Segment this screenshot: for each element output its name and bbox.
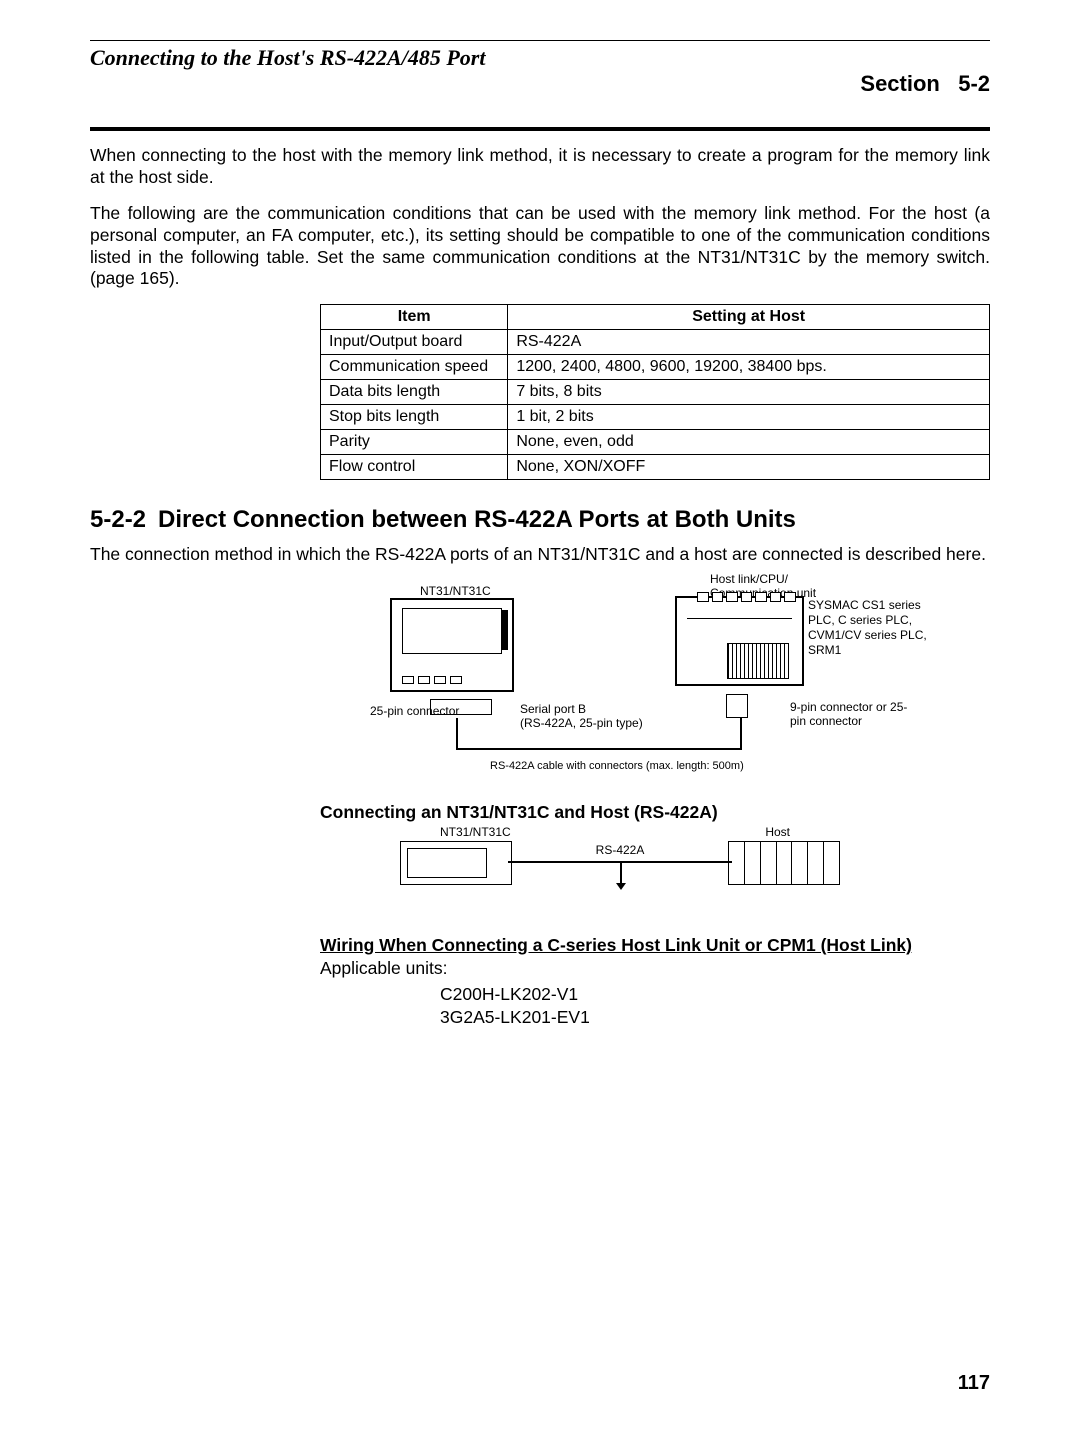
unit-model: 3G2A5-LK201-EV1 bbox=[440, 1006, 990, 1029]
applicable-units-list: C200H-LK202-V1 3G2A5-LK201-EV1 bbox=[440, 983, 990, 1029]
table-row: Stop bits length 1 bit, 2 bits bbox=[321, 405, 990, 430]
td-value: None, XON/XOFF bbox=[508, 455, 990, 480]
diagram-direct-connection: NT31/NT31C 25-pin connector Serial port … bbox=[370, 584, 930, 784]
label-host-connector: 9-pin connector or 25-pin connector bbox=[790, 700, 920, 728]
table-row: Communication speed 1200, 2400, 4800, 96… bbox=[321, 355, 990, 380]
td-item: Input/Output board bbox=[321, 330, 508, 355]
host-plc-icon bbox=[675, 596, 804, 686]
td-item: Communication speed bbox=[321, 355, 508, 380]
unit-model: C200H-LK202-V1 bbox=[440, 983, 990, 1006]
subheading-wiring: Wiring When Connecting a C-series Host L… bbox=[320, 935, 990, 956]
td-item: Stop bits length bbox=[321, 405, 508, 430]
page-header: Connecting to the Host's RS-422A/485 Por… bbox=[90, 43, 990, 125]
label-rs422a: RS-422A bbox=[596, 843, 645, 857]
td-value: 1200, 2400, 4800, 9600, 19200, 38400 bps… bbox=[508, 355, 990, 380]
label-25pin-connector: 25-pin connector bbox=[370, 704, 459, 718]
label-plc-series: SYSMAC CS1 series PLC, C series PLC, CVM… bbox=[808, 598, 928, 658]
table-row: Flow control None, XON/XOFF bbox=[321, 455, 990, 480]
cable-drop-icon bbox=[620, 863, 622, 885]
td-item: Data bits length bbox=[321, 380, 508, 405]
label-host: Host bbox=[765, 825, 790, 839]
header-chapter-title: Connecting to the Host's RS-422A/485 Por… bbox=[90, 45, 485, 71]
rs422a-cable-icon bbox=[456, 718, 742, 750]
settings-table: Item Setting at Host Input/Output board … bbox=[320, 304, 990, 480]
nt31-device-icon bbox=[390, 598, 514, 692]
host-connector-icon bbox=[726, 694, 748, 718]
table-header-row: Item Setting at Host bbox=[321, 305, 990, 330]
subheading-connecting: Connecting an NT31/NT31C and Host (RS-42… bbox=[320, 802, 990, 823]
diagram-nt-label: NT31/NT31C bbox=[420, 584, 491, 598]
host-box-icon bbox=[728, 841, 840, 885]
section-number: 5-2 bbox=[958, 71, 990, 96]
paragraph-comm-conditions: The following are the communication cond… bbox=[90, 203, 990, 291]
td-item: Flow control bbox=[321, 455, 508, 480]
td-value: 1 bit, 2 bits bbox=[508, 405, 990, 430]
applicable-units-label: Applicable units: bbox=[320, 958, 990, 979]
label-cable-caption: RS-422A cable with connectors (max. leng… bbox=[490, 760, 744, 772]
label-nt31: NT31/NT31C bbox=[440, 825, 511, 839]
table-row: Parity None, even, odd bbox=[321, 430, 990, 455]
section-heading-number: 5-2-2 bbox=[90, 506, 146, 534]
header-section: Section 5-2 bbox=[836, 45, 990, 123]
page-number: 117 bbox=[958, 1372, 990, 1395]
th-setting: Setting at Host bbox=[508, 305, 990, 330]
td-item: Parity bbox=[321, 430, 508, 455]
th-item: Item bbox=[321, 305, 508, 330]
header-rule-bottom bbox=[90, 127, 990, 131]
subheading-wiring-text: Wiring When Connecting a C-series Host L… bbox=[320, 935, 912, 955]
table-row: Data bits length 7 bits, 8 bits bbox=[321, 380, 990, 405]
section-word: Section bbox=[860, 71, 939, 96]
arrow-down-icon bbox=[616, 883, 626, 890]
paragraph-connection-method: The connection method in which the RS-42… bbox=[90, 544, 990, 566]
header-rule-top bbox=[90, 40, 990, 41]
paragraph-memory-link: When connecting to the host with the mem… bbox=[90, 145, 990, 189]
td-value: 7 bits, 8 bits bbox=[508, 380, 990, 405]
section-heading-title: Direct Connection between RS-422A Ports … bbox=[158, 506, 796, 533]
td-value: None, even, odd bbox=[508, 430, 990, 455]
td-value: RS-422A bbox=[508, 330, 990, 355]
section-heading: 5-2-2 Direct Connection between RS-422A P… bbox=[90, 506, 990, 534]
nt31-box-icon bbox=[400, 841, 512, 885]
table-row: Input/Output board RS-422A bbox=[321, 330, 990, 355]
diagram-simple-connection: NT31/NT31C Host RS-422A bbox=[400, 831, 840, 911]
